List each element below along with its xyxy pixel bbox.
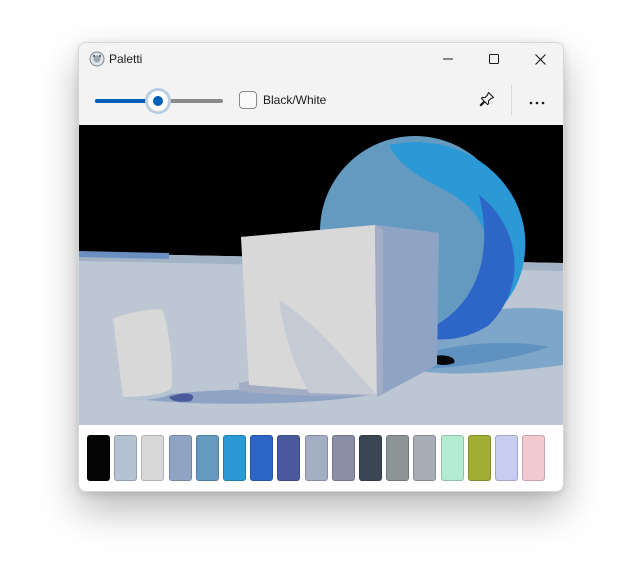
color-swatch[interactable] [169,435,192,481]
more-icon [529,92,545,110]
black-white-label: Black/White [263,93,327,107]
checkbox-box[interactable] [239,91,257,109]
palette-swatch-strip [79,425,563,491]
palette-app-icon [89,51,105,67]
app-window: Paletti Black/White [78,42,564,492]
window-title: Paletti [109,52,143,66]
color-swatch[interactable] [386,435,409,481]
minimize-button[interactable] [425,43,471,75]
toolbar: Black/White [79,75,563,125]
color-swatch[interactable] [196,435,219,481]
color-swatch[interactable] [223,435,246,481]
color-swatch[interactable] [87,435,110,481]
color-count-slider[interactable] [95,90,223,112]
black-white-checkbox[interactable]: Black/White [239,89,326,111]
scene-image [79,125,563,425]
color-swatch[interactable] [332,435,355,481]
color-swatch[interactable] [441,435,464,481]
pin-button[interactable] [473,87,501,115]
toolbar-separator [511,85,512,115]
more-options-button[interactable] [523,87,551,115]
color-swatch[interactable] [522,435,545,481]
slider-thumb[interactable] [147,90,169,112]
maximize-button[interactable] [471,43,517,75]
posterized-image-preview [79,125,563,425]
close-button[interactable] [517,43,563,75]
maximize-icon [489,54,499,64]
color-swatch[interactable] [305,435,328,481]
color-swatch[interactable] [114,435,137,481]
color-swatch[interactable] [495,435,518,481]
close-icon [534,53,546,65]
minimize-icon [443,54,453,64]
pin-icon [478,90,496,113]
color-swatch[interactable] [141,435,164,481]
color-swatch[interactable] [277,435,300,481]
color-swatch[interactable] [413,435,436,481]
title-bar[interactable]: Paletti [79,43,563,75]
color-swatch[interactable] [468,435,491,481]
color-swatch[interactable] [359,435,382,481]
color-swatch[interactable] [250,435,273,481]
